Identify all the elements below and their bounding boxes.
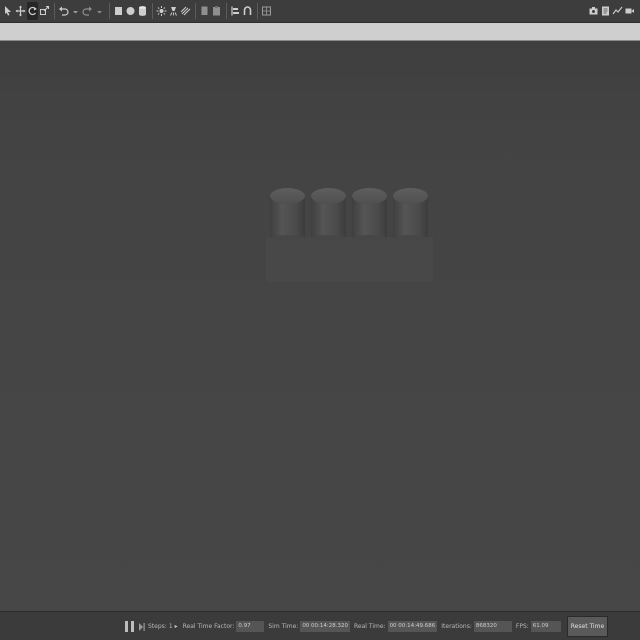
sim-time-value: 00 00:14:28.320 xyxy=(300,621,351,632)
undo-button[interactable] xyxy=(58,2,69,20)
steps-value[interactable]: 1 xyxy=(169,623,173,630)
log-button[interactable] xyxy=(600,2,611,20)
sphere-shape-button[interactable] xyxy=(125,2,136,20)
sim-time-label: Sim Time: xyxy=(268,623,299,630)
redo-icon xyxy=(82,6,92,16)
record-video-button[interactable] xyxy=(624,2,635,20)
spot-light-button[interactable] xyxy=(168,2,179,20)
toolbar-separator xyxy=(54,3,55,19)
copy-icon xyxy=(201,6,208,15)
undo-dropdown-button[interactable] xyxy=(70,2,81,20)
scale-icon xyxy=(40,5,50,15)
simulator-window: Steps: 1 ▸ Real Time Factor: 0.97 Sim Ti… xyxy=(0,0,640,640)
undo-dropdown-icon xyxy=(73,11,78,14)
point-light-button[interactable] xyxy=(156,2,167,20)
snap-button[interactable] xyxy=(242,2,253,20)
select-arrow-icon xyxy=(5,6,11,16)
align-icon xyxy=(231,6,239,16)
3d-viewport[interactable] xyxy=(0,41,640,611)
redo-button[interactable] xyxy=(82,2,93,20)
real-time-value: 00 00:14:49.686 xyxy=(387,621,438,632)
record-video-icon xyxy=(625,8,634,14)
box-shape-button[interactable] xyxy=(113,2,124,20)
toolbar-separator xyxy=(257,3,258,19)
steps-spin-icon[interactable]: ▸ xyxy=(175,623,178,630)
paste-icon xyxy=(213,6,220,16)
sphere-shape-icon xyxy=(126,7,135,15)
change-view-icon xyxy=(262,6,271,16)
steps-label: Steps: xyxy=(148,623,167,630)
log-icon xyxy=(602,6,609,16)
cylinder-shape-icon xyxy=(139,6,146,16)
toolbar-left-group xyxy=(0,0,273,22)
undo-icon xyxy=(59,6,69,16)
status-bar: Steps: 1 ▸ Real Time Factor: 0.97 Sim Ti… xyxy=(0,611,640,640)
real-time-factor-value: 0.97 xyxy=(236,621,265,632)
plot-icon xyxy=(612,6,623,15)
redo-dropdown-button[interactable] xyxy=(94,2,105,20)
scale-button[interactable] xyxy=(39,2,50,20)
rotate-icon xyxy=(28,6,37,16)
toolbar-separator xyxy=(152,3,153,19)
paste-button[interactable] xyxy=(211,2,222,20)
brick-stud xyxy=(352,188,387,241)
toolbar-separator xyxy=(226,3,227,19)
plot-button[interactable] xyxy=(612,2,623,20)
screenshot-button[interactable] xyxy=(588,2,599,20)
brick-stud xyxy=(311,188,346,241)
rotate-button[interactable] xyxy=(27,2,38,20)
box-shape-icon xyxy=(115,7,122,15)
fps-label: FPS: xyxy=(515,623,529,630)
redo-dropdown-icon xyxy=(97,11,102,14)
point-light-icon xyxy=(156,6,167,16)
snap-icon xyxy=(243,6,252,15)
toolbar-right-group xyxy=(588,0,640,22)
toolbar-separator xyxy=(195,3,196,19)
top-toolbar xyxy=(0,0,640,23)
real-time-label: Real Time: xyxy=(354,623,386,630)
scene-render xyxy=(0,41,640,611)
ground-plane xyxy=(0,41,640,611)
copy-button[interactable] xyxy=(199,2,210,20)
pause-button[interactable] xyxy=(125,620,134,633)
brick-stud xyxy=(270,188,305,241)
spot-light-icon xyxy=(170,7,177,16)
cylinder-shape-button[interactable] xyxy=(137,2,148,20)
brick-base xyxy=(266,237,433,282)
real-time-factor-label: Real Time Factor: xyxy=(182,623,235,630)
iterations-label: Iterations: xyxy=(441,623,472,630)
align-button[interactable] xyxy=(230,2,241,20)
select-arrow-button[interactable] xyxy=(3,2,14,20)
translate-button[interactable] xyxy=(15,2,26,20)
change-view-button[interactable] xyxy=(261,2,272,20)
toolbar-separator xyxy=(109,3,110,19)
directional-light-icon xyxy=(180,6,191,16)
fps-value: 61.09 xyxy=(530,621,561,632)
step-icon[interactable] xyxy=(139,622,145,632)
viewport-header-strip xyxy=(0,23,640,41)
reset-time-button[interactable]: Reset Time xyxy=(566,616,609,637)
screenshot-icon xyxy=(589,7,598,15)
directional-light-button[interactable] xyxy=(180,2,191,20)
brick-stud xyxy=(393,188,428,241)
translate-icon xyxy=(15,5,26,17)
iterations-value: 868320 xyxy=(473,621,512,632)
